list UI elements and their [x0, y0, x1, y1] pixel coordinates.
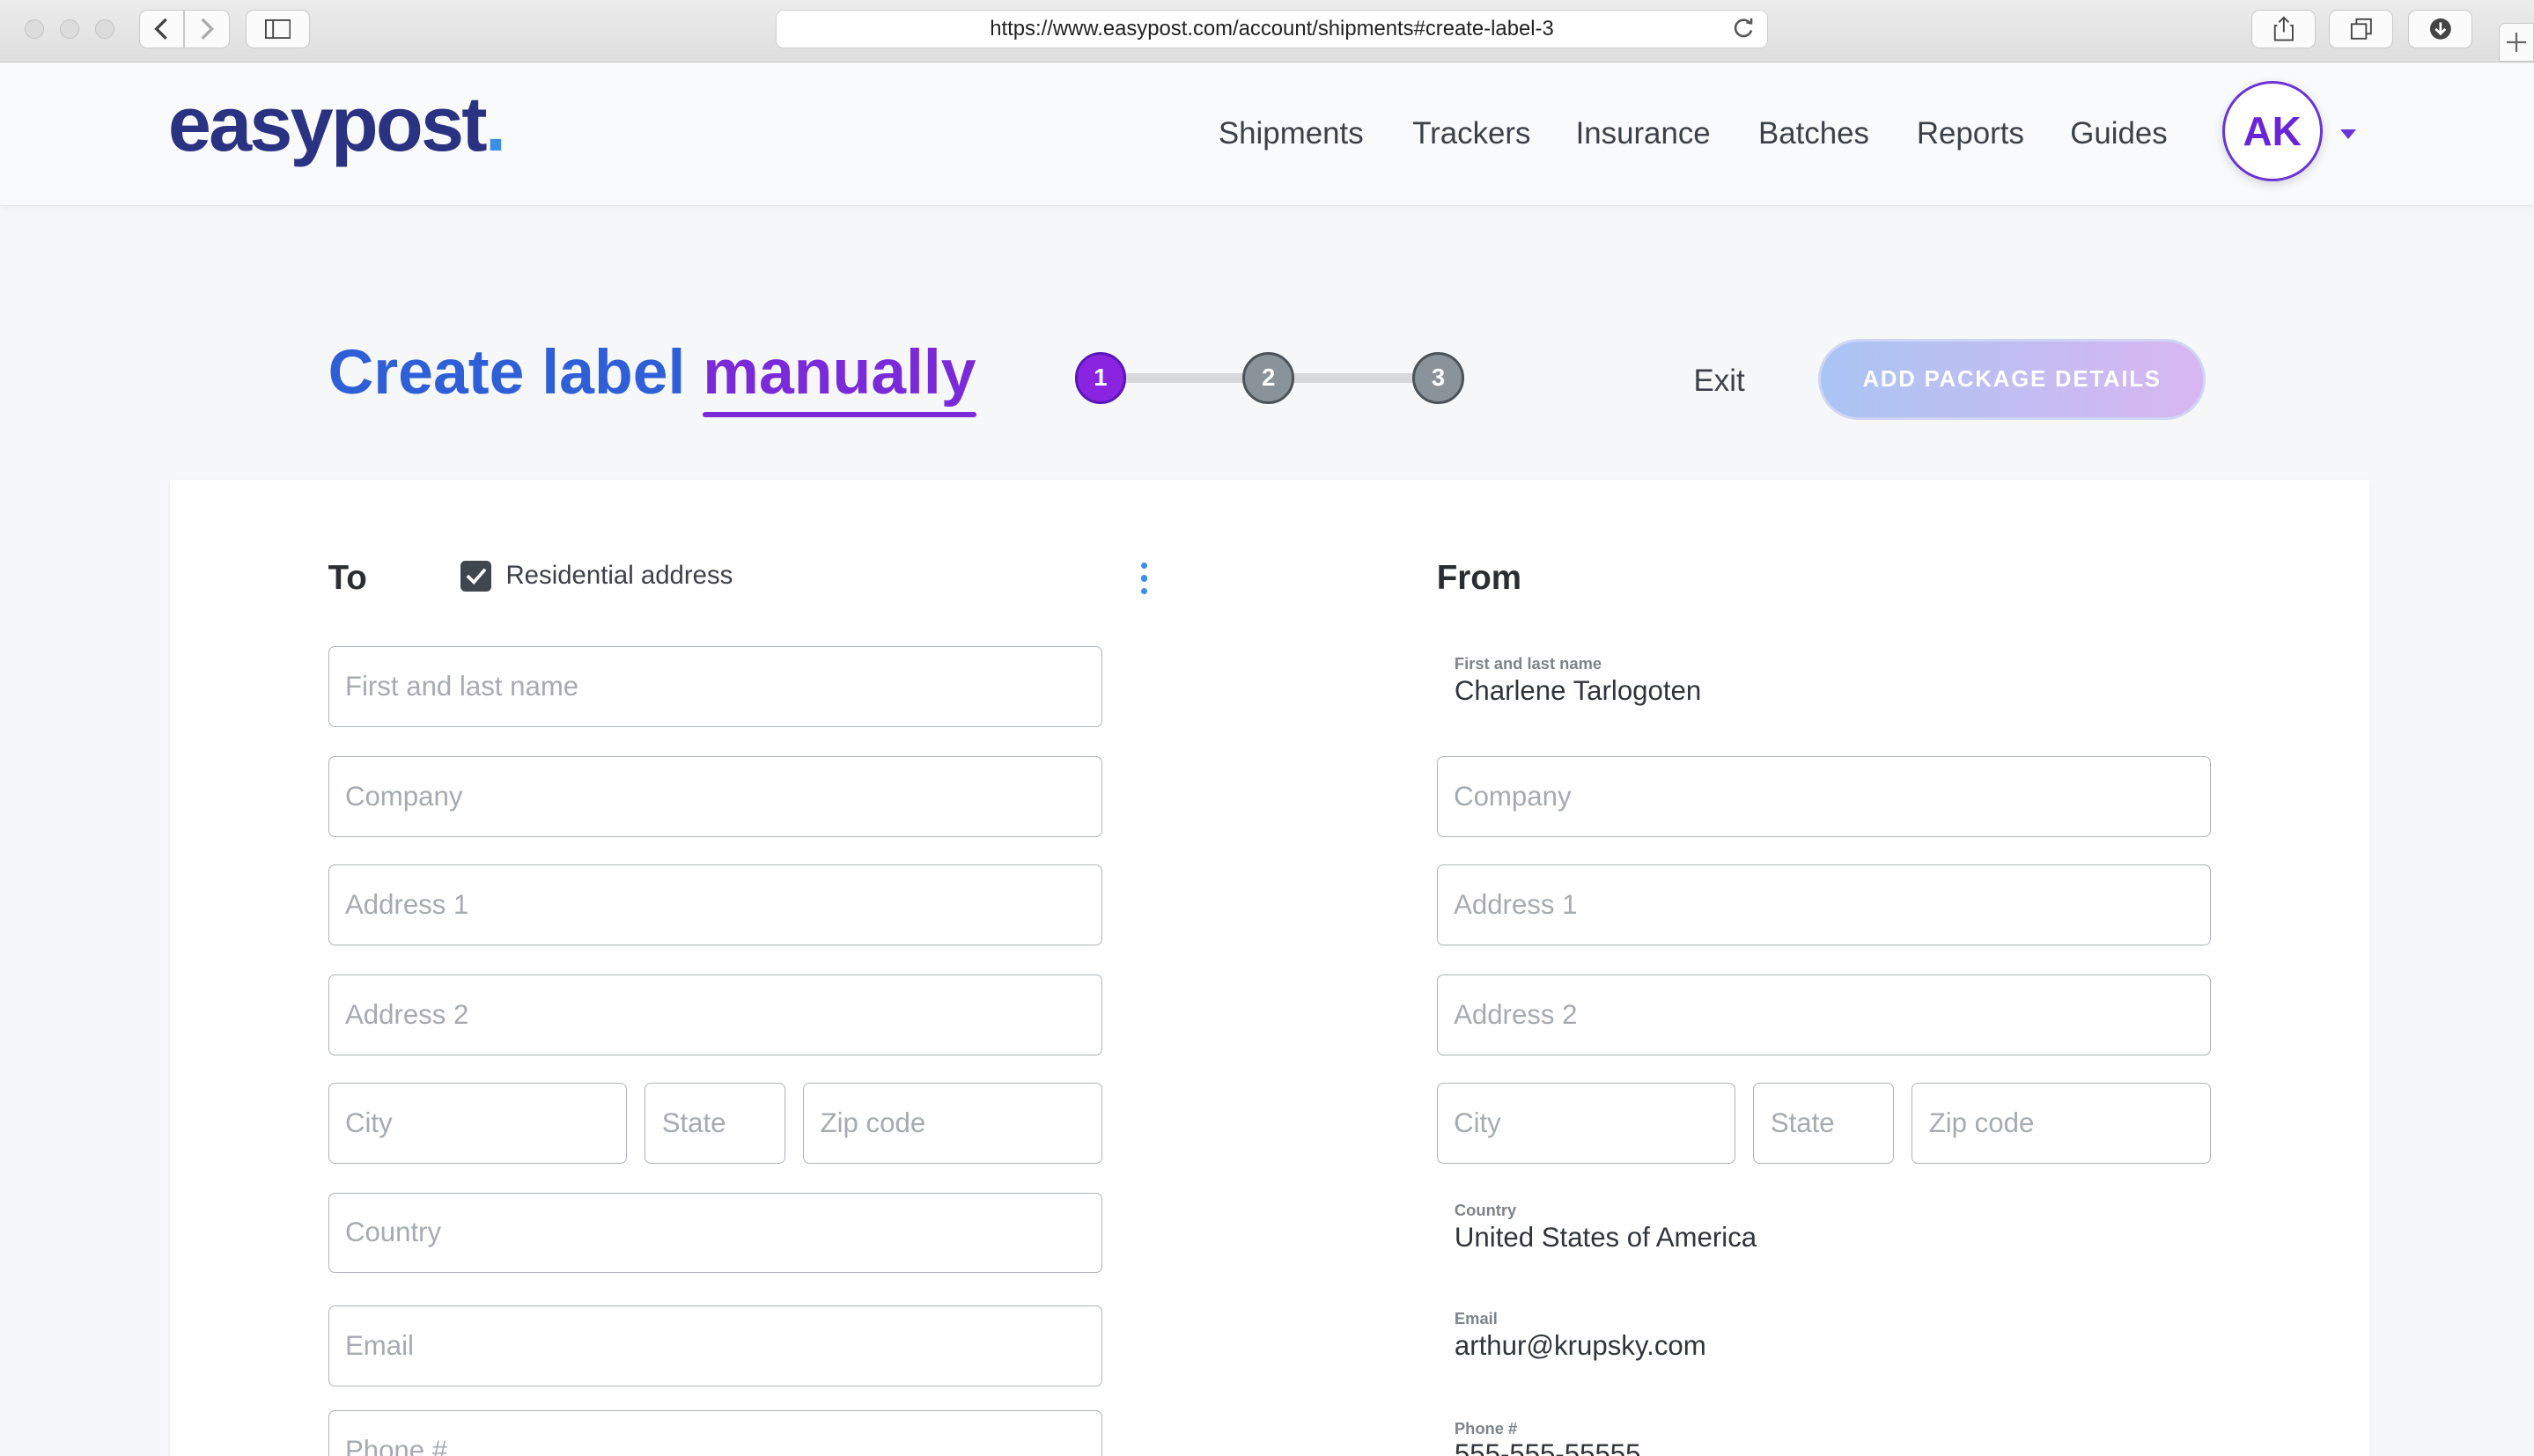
tabs-icon	[2350, 18, 2372, 40]
url-text: https://www.easypost.com/account/shipmen…	[990, 17, 1554, 41]
from-email-value[interactable]: arthur@krupsky.com	[1455, 1330, 1706, 1362]
zoom-window-icon[interactable]	[95, 19, 115, 40]
account-menu-caret-icon[interactable]	[2339, 129, 2356, 139]
to-city-input[interactable]	[328, 1083, 627, 1163]
to-name-field[interactable]	[328, 646, 1102, 727]
stepper-connector	[1123, 372, 1253, 383]
add-package-details-button[interactable]: ADD PACKAGE DETAILS	[1817, 339, 2206, 421]
from-heading: From	[1436, 559, 1522, 598]
browser-toolbar: https://www.easypost.com/account/shipmen…	[0, 0, 2534, 63]
from-country-label: Country	[1454, 1200, 1517, 1219]
step-1[interactable]: 1	[1074, 352, 1127, 404]
reload-icon[interactable]	[1732, 16, 1755, 41]
plus-icon	[2506, 32, 2526, 52]
from-country-value[interactable]: United States of America	[1455, 1222, 1757, 1254]
page-title-accent: manually	[703, 336, 976, 408]
forward-button[interactable]	[184, 10, 230, 49]
from-state-input[interactable]	[1754, 1083, 1894, 1163]
to-company-field[interactable]	[328, 755, 1102, 837]
from-name-value[interactable]: Charlene Tarlogoten	[1455, 675, 1701, 707]
from-address2-input[interactable]	[1437, 974, 2210, 1055]
nav-shipments[interactable]: Shipments	[1219, 116, 1364, 151]
logo-text: easypost	[167, 79, 488, 167]
to-name-input[interactable]	[328, 647, 1101, 726]
back-button[interactable]	[138, 10, 185, 49]
user-avatar[interactable]: AK	[2221, 80, 2323, 181]
downloads-button[interactable]	[2407, 10, 2473, 49]
to-address1-input[interactable]	[328, 864, 1101, 945]
to-phone-input[interactable]	[328, 1411, 1101, 1456]
nav-insurance[interactable]: Insurance	[1576, 116, 1711, 151]
to-zip-field[interactable]	[803, 1082, 1102, 1164]
from-company-input[interactable]	[1437, 756, 2210, 836]
to-country-input[interactable]	[328, 1193, 1101, 1273]
to-state-input[interactable]	[645, 1083, 785, 1163]
from-email-label: Email	[1454, 1308, 1498, 1327]
from-address2-field[interactable]	[1436, 974, 2211, 1055]
nav-batches[interactable]: Batches	[1758, 116, 1869, 151]
step-3[interactable]: 3	[1412, 352, 1464, 404]
checkmark-icon	[466, 568, 486, 585]
from-address1-field[interactable]	[1436, 864, 2211, 945]
close-window-icon[interactable]	[24, 19, 44, 40]
to-zip-input[interactable]	[804, 1083, 1101, 1163]
residential-checkbox[interactable]	[460, 560, 491, 592]
to-address2-input[interactable]	[328, 974, 1101, 1055]
tabs-button[interactable]	[2328, 10, 2394, 49]
to-phone-field[interactable]	[328, 1410, 1102, 1456]
from-phone-value[interactable]: 555-555-55555	[1455, 1438, 1641, 1456]
from-phone-label: Phone #	[1454, 1418, 1518, 1438]
new-tab-button[interactable]	[2498, 22, 2534, 62]
from-zip-input[interactable]	[1912, 1083, 2210, 1163]
sidebar-toggle-button[interactable]	[245, 10, 311, 49]
page-title: Create label manually	[328, 336, 976, 408]
sidebar-icon	[265, 19, 291, 40]
from-address1-input[interactable]	[1437, 864, 2210, 945]
nav-trackers[interactable]: Trackers	[1412, 116, 1530, 151]
site-header: easypost. Shipments Trackers Insurance B…	[0, 63, 2534, 207]
minimize-window-icon[interactable]	[59, 19, 79, 40]
chevron-left-icon	[154, 18, 168, 40]
to-city-field[interactable]	[328, 1082, 628, 1164]
more-options-icon[interactable]	[1139, 562, 1149, 595]
to-heading: To	[328, 559, 367, 598]
page-title-main: Create label	[328, 336, 686, 408]
nav-reports[interactable]: Reports	[1917, 116, 2024, 151]
to-country-field[interactable]	[328, 1192, 1102, 1274]
app-window: https://www.easypost.com/account/shipmen…	[0, 0, 2534, 1456]
from-zip-field[interactable]	[1912, 1082, 2211, 1164]
easypost-logo[interactable]: easypost.	[167, 79, 506, 169]
residential-label[interactable]: Residential address	[505, 561, 733, 591]
step-2[interactable]: 2	[1242, 352, 1295, 404]
to-state-field[interactable]	[645, 1082, 786, 1164]
from-state-field[interactable]	[1753, 1082, 1895, 1164]
share-button[interactable]	[2250, 10, 2317, 49]
to-company-input[interactable]	[328, 756, 1101, 836]
from-name-label: First and last name	[1454, 654, 1602, 673]
nav-guides[interactable]: Guides	[2070, 116, 2167, 151]
to-address1-field[interactable]	[328, 864, 1102, 945]
from-company-field[interactable]	[1436, 755, 2211, 837]
exit-link[interactable]: Exit	[1694, 364, 1745, 399]
stepper-connector	[1293, 372, 1423, 383]
from-city-input[interactable]	[1437, 1083, 1735, 1163]
to-email-input[interactable]	[328, 1306, 1101, 1386]
to-email-field[interactable]	[328, 1305, 1102, 1386]
logo-dot: .	[484, 79, 506, 167]
from-city-field[interactable]	[1436, 1082, 1736, 1164]
to-address2-field[interactable]	[328, 974, 1102, 1055]
chevron-right-icon	[201, 18, 214, 40]
share-icon	[2273, 16, 2294, 41]
address-bar[interactable]: https://www.easypost.com/account/shipmen…	[776, 10, 1768, 49]
download-icon	[2429, 18, 2451, 40]
